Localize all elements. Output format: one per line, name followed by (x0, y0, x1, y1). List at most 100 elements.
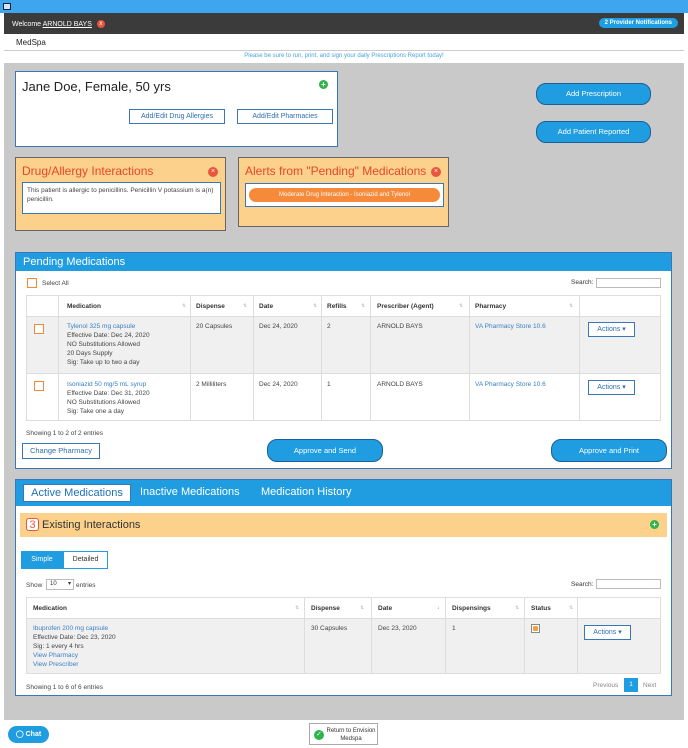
actions-dropdown[interactable]: Actions ▾ (584, 625, 631, 640)
approve-and-send-button[interactable]: Approve and Send (267, 439, 383, 462)
sort-icon[interactable]: ⇅ (569, 303, 573, 309)
divider (304, 598, 305, 673)
active-table: Medication Dispense Date Dispensings Sta… (26, 597, 661, 674)
active-medications-panel: Active Medications Inactive Medications … (15, 479, 672, 696)
divider (321, 296, 322, 420)
change-pharmacy-button[interactable]: Change Pharmacy (22, 443, 100, 459)
col-date[interactable]: Date (259, 303, 273, 310)
row-checkbox[interactable] (34, 381, 44, 391)
col-medication[interactable]: Medication (33, 605, 67, 612)
sort-icon[interactable]: ⇅ (569, 605, 573, 611)
moderate-interaction-pill[interactable]: Moderate Drug Interaction - Isoniazid an… (249, 188, 440, 202)
add-prescription-button[interactable]: Add Prescription (536, 83, 651, 105)
active-entries-info: Showing 1 to 6 of 6 entries (26, 684, 103, 691)
dispense-value: 2 Milliliters (196, 381, 227, 388)
divider (579, 296, 580, 420)
return-to-envision-button[interactable]: ✓ Return to Envision Medspa (309, 723, 378, 745)
close-icon[interactable]: × (208, 167, 218, 177)
view-prescriber-link[interactable]: View Prescriber (33, 660, 78, 669)
add-patient-reported-button[interactable]: Add Patient Reported (536, 121, 651, 143)
sort-icon[interactable]: ⇅ (361, 303, 365, 309)
entries-label: entries (76, 582, 96, 589)
col-pharmacy[interactable]: Pharmacy (475, 303, 506, 310)
prescriber-value: ARNOLD BAYS (377, 323, 423, 330)
pharmacy-link[interactable]: VA Pharmacy Store 10.6 (475, 322, 546, 331)
date-value: Dec 24, 2020 (259, 323, 298, 330)
col-date[interactable]: Date (378, 605, 392, 612)
page-size-select[interactable]: 10 ▾ (46, 579, 74, 590)
select-all-checkbox[interactable] (27, 278, 37, 288)
medication-link[interactable]: Tylenol 325 mg capsule (67, 322, 135, 331)
sort-icon[interactable]: ⇅ (515, 605, 519, 611)
actions-dropdown[interactable]: Actions ▾ (588, 322, 635, 337)
return-line-2: Medspa (340, 736, 362, 742)
sort-icon[interactable]: ⇅ (360, 605, 364, 611)
pending-alerts-title: Alerts from "Pending" Medications (245, 164, 427, 178)
col-dispense[interactable]: Dispense (311, 605, 340, 612)
user-name-link[interactable]: ARNOLD BAYS (43, 21, 92, 28)
caret-down-icon: ▾ (622, 384, 626, 391)
sort-icon[interactable]: ⇅ (295, 605, 299, 611)
col-dispensings[interactable]: Dispensings (452, 605, 491, 612)
tab-active-medications[interactable]: Active Medications (23, 484, 131, 502)
medication-link[interactable]: Isoniazid 50 mg/5 mL syrup (67, 380, 146, 389)
existing-interactions-bar[interactable]: 3 Existing Interactions + (20, 513, 667, 537)
actions-label: Actions (593, 629, 617, 636)
chat-button[interactable]: ◯ Chat (8, 726, 49, 743)
col-status[interactable]: Status (531, 605, 551, 612)
med-detail: Effective Date: Dec 31, 2020 (67, 390, 150, 397)
pagination-previous[interactable]: Previous (593, 682, 618, 689)
approve-and-print-button[interactable]: Approve and Print (551, 439, 667, 462)
app-header: Welcome ARNOLD BAYS x 2 Provider Notific… (4, 13, 684, 34)
pending-table: Medication Dispense Date Refills Prescri… (26, 295, 661, 421)
logout-close-icon[interactable]: x (96, 20, 105, 28)
tab-medication-history[interactable]: Medication History (261, 486, 351, 498)
status-icon[interactable] (531, 624, 540, 633)
pending-search-input[interactable] (596, 278, 661, 288)
edit-drug-allergies-button[interactable]: Add/Edit Drug Allergies (129, 109, 225, 124)
pending-medications-header: Pending Medications (16, 253, 671, 271)
expand-plus-icon[interactable]: + (650, 520, 659, 529)
dispense-value: 20 Capsules (196, 323, 233, 330)
refills-value: 2 (327, 323, 331, 330)
pending-alerts-box: Alerts from "Pending" Medications × Mode… (238, 157, 449, 227)
col-medication[interactable]: Medication (67, 303, 101, 310)
drug-allergy-title: Drug/Allergy Interactions (22, 164, 154, 178)
row-checkbox[interactable] (34, 324, 44, 334)
add-patient-info-icon[interactable]: + (319, 80, 328, 89)
sort-icon[interactable]: ⇅ (313, 303, 317, 309)
simple-view-toggle[interactable]: Simple (21, 551, 63, 569)
provider-notifications-badge[interactable]: 2 Provider Notifications (598, 18, 678, 28)
view-pharmacy-link[interactable]: View Pharmacy (33, 651, 78, 660)
pharmacy-link[interactable]: VA Pharmacy Store 10.6 (475, 380, 546, 389)
sort-desc-icon[interactable]: ↓ (437, 605, 440, 611)
welcome-text: Welcome ARNOLD BAYS x (12, 20, 105, 28)
sort-icon[interactable]: ⇅ (243, 303, 247, 309)
date-value: Dec 24, 2020 (259, 381, 298, 388)
divider (469, 296, 470, 420)
prescriber-value: ARNOLD BAYS (377, 381, 423, 388)
close-icon[interactable]: × (431, 167, 441, 177)
tab-inactive-medications[interactable]: Inactive Medications (140, 486, 240, 498)
chevron-down-icon: ▾ (67, 581, 71, 587)
sort-icon[interactable]: ⇅ (182, 303, 186, 309)
detailed-view-toggle[interactable]: Detailed (63, 551, 108, 569)
patient-name: Jane Doe, Female, 50 yrs (22, 79, 171, 94)
medication-link[interactable]: Ibuprofen 200 mg capsule (33, 624, 108, 633)
pagination-page-1[interactable]: 1 (624, 678, 638, 692)
pagination-next[interactable]: Next (643, 682, 656, 689)
patient-card: Jane Doe, Female, 50 yrs + Add/Edit Drug… (15, 71, 338, 147)
col-prescriber[interactable]: Prescriber (Agent) (377, 303, 434, 310)
col-dispense[interactable]: Dispense (196, 303, 225, 310)
sort-icon[interactable]: ⇅ (459, 303, 463, 309)
show-label: Show (26, 582, 43, 589)
select-all-label: Select All (42, 280, 69, 287)
edit-pharmacies-button[interactable]: Add/Edit Pharmacies (237, 109, 333, 124)
drug-allergy-interactions-box: Drug/Allergy Interactions × This patient… (15, 157, 226, 231)
med-detail: Sig: Take up to two a day (67, 359, 140, 366)
actions-dropdown[interactable]: Actions ▾ (588, 380, 635, 395)
chat-bubble-icon: ◯ (15, 731, 24, 738)
col-refills[interactable]: Refills (327, 303, 347, 310)
active-search-input[interactable] (596, 579, 661, 589)
med-detail: NO Substitutions Allowed (67, 399, 140, 406)
